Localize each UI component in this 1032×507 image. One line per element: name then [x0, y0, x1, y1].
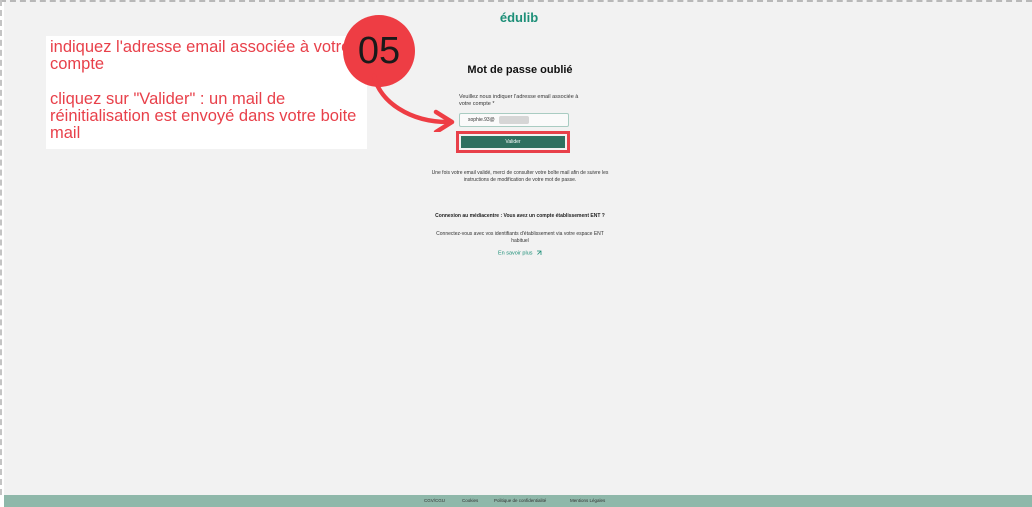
submit-button[interactable]: Valider	[461, 136, 565, 148]
email-redaction-blur	[499, 116, 529, 124]
edulib-logo[interactable]: édulib	[496, 10, 542, 25]
info-text: Une fois votre email validé, merci de co…	[431, 170, 609, 183]
annotation-step-2-text: cliquez sur "Valider" : un mail de réini…	[50, 90, 357, 142]
annotation-arrow-icon	[371, 73, 455, 132]
footer-link-privacy[interactable]: Politique de confidentialité	[494, 498, 546, 503]
left-dashed-border	[0, 0, 2, 495]
page-title: Mot de passe oublié	[467, 64, 573, 76]
annotation-box: indiquez l'adresse email associée à votr…	[46, 36, 367, 149]
external-link-icon	[537, 250, 542, 255]
footer-link-cgv[interactable]: CGV/CGU	[424, 498, 445, 503]
footer-link-cookies[interactable]: Cookies	[462, 498, 478, 503]
email-field-label: Veuillez nous indiquer l'adresse email a…	[459, 94, 579, 107]
annotation-step-1-text: indiquez l'adresse email associée à votr…	[50, 38, 351, 73]
footer: CGV/CGU Cookies Politique de confidentia…	[4, 495, 1032, 507]
ent-text: Connectez-vous avec vos identifiants d'é…	[436, 231, 604, 244]
top-dashed-border	[0, 0, 1032, 2]
learn-more-label: En savoir plus	[497, 250, 533, 257]
ent-heading: Connexion au médiacentre : Vous avez un …	[435, 213, 605, 219]
footer-link-legal[interactable]: Mentions Légales	[570, 498, 605, 503]
learn-more-link[interactable]: En savoir plus	[487, 250, 553, 256]
